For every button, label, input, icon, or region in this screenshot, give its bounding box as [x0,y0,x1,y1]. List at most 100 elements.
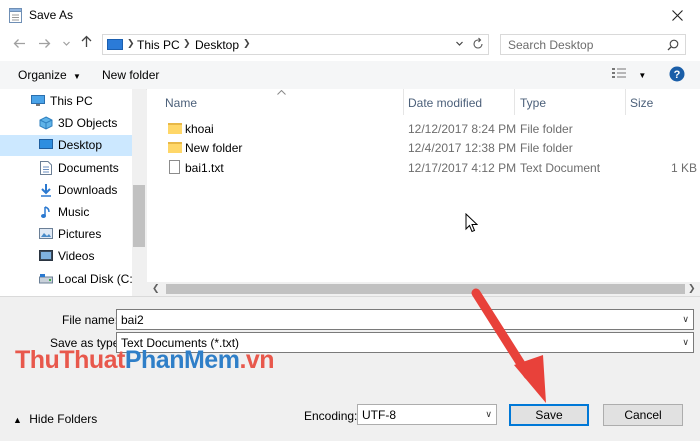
nav-item-this-pc[interactable]: This PC [0,91,132,112]
back-button[interactable] [13,36,26,52]
arrow-left-icon [13,39,25,48]
hide-folders-label: Hide Folders [29,412,98,426]
forward-button[interactable] [38,36,51,52]
folder-icon [168,123,182,134]
watermark-part: ThuThuat [15,346,125,374]
file-name: bai1.txt [185,161,224,175]
arrow-up-icon [81,35,92,47]
nav-item-documents[interactable]: Documents [0,158,132,179]
nav-item-local-disk[interactable]: Local Disk (C:) [0,269,137,290]
window-title: Save As [29,8,74,22]
organize-label: Organize [18,68,67,82]
nav-item-3d-objects[interactable]: 3D Objects [0,113,132,134]
file-name: khoai [185,122,214,136]
folder-icon [168,142,182,153]
column-divider[interactable] [403,89,404,115]
column-header-size[interactable]: Size [630,96,653,110]
video-icon [39,250,53,261]
nav-item-label: Downloads [58,183,118,197]
organize-button[interactable]: Organize ▼ [18,68,81,82]
mouse-cursor-icon [465,213,478,233]
nav-scrollbar-thumb[interactable] [133,185,145,247]
nav-item-downloads[interactable]: Downloads [0,180,132,201]
file-date: 12/17/2017 4:12 PM [408,161,517,175]
column-divider[interactable] [514,89,515,115]
encoding-value: UTF-8 [362,408,396,422]
address-bar[interactable]: ❯ This PC ❯ Desktop ❯ [102,34,489,55]
file-row[interactable]: New folder 12/4/2017 12:38 PM File folde… [147,138,700,158]
close-button[interactable] [654,0,700,31]
hide-folders-button[interactable]: ▲ Hide Folders [13,412,97,426]
file-name-field[interactable]: bai2 ∨ [116,309,694,330]
watermark-part: PhanMem [124,346,240,374]
file-row[interactable]: bai1.txt 12/17/2017 4:12 PM Text Documen… [147,158,700,178]
nav-item-label: This PC [50,94,93,108]
caret-down-icon: ▼ [73,72,81,81]
nav-item-music[interactable]: Music [0,202,132,223]
nav-item-label: Videos [58,249,95,263]
file-date: 12/12/2017 8:24 PM [408,122,517,136]
nav-item-label: Pictures [58,227,102,241]
annotation-arrow [471,288,546,403]
view-options-button[interactable]: ▼ [611,67,646,83]
chevron-down-icon[interactable]: ∨ [485,409,492,420]
column-header-date[interactable]: Date modified [408,96,482,110]
close-icon [671,10,683,21]
chevron-down-icon[interactable]: ∨ [682,337,689,348]
file-name: New folder [185,141,243,155]
watermark-part: .vn [239,346,275,374]
file-type: File folder [520,122,573,136]
refresh-icon [473,37,483,49]
nav-item-label: Music [58,205,90,219]
search-icon [667,39,679,51]
scroll-left-icon[interactable]: ❮ [152,283,160,294]
column-header-type[interactable]: Type [520,96,546,110]
file-name-label: File name: [62,313,119,327]
nav-item-videos[interactable]: Videos [0,246,132,267]
new-folder-button[interactable]: New folder [102,68,159,82]
title-bar: Save As [0,0,700,31]
svg-text:?: ? [674,69,681,81]
nav-item-label: Desktop [58,138,103,152]
chevron-down-icon [63,41,70,46]
drive-icon [39,274,53,284]
cancel-button[interactable]: Cancel [603,404,683,426]
horizontal-scrollbar-thumb[interactable] [166,284,685,294]
download-icon [41,184,51,197]
nav-item-desktop[interactable]: Desktop [0,135,132,156]
column-header-name[interactable]: Name [165,96,197,110]
search-box[interactable]: Search Desktop [500,34,686,55]
up-button[interactable] [80,35,93,51]
command-bar: Organize ▼ New folder ▼ ? [0,61,700,90]
nav-item-pictures[interactable]: Pictures [0,224,132,245]
file-row[interactable]: khoai 12/12/2017 8:24 PM File folder [147,119,700,139]
column-divider[interactable] [625,89,626,115]
scroll-right-icon[interactable]: ❯ [688,283,696,294]
refresh-button[interactable] [472,37,484,54]
file-name-input[interactable]: bai2 [121,313,144,327]
breadcrumb-desktop[interactable]: Desktop [195,38,239,52]
picture-icon [39,228,53,239]
address-dropdown-button[interactable] [455,37,464,54]
breadcrumb-this-pc[interactable]: This PC [137,38,180,52]
help-button[interactable]: ? [669,66,685,85]
recent-locations-button[interactable] [62,36,71,52]
file-type: File folder [520,141,573,155]
notepad-icon [9,8,22,23]
watermark: ThuThuatPhanMem.vn [15,346,275,375]
file-type: Text Document [520,161,601,175]
computer-icon [31,95,45,106]
computer-icon [107,39,123,50]
arrow-right-icon [39,39,51,48]
chevron-down-icon[interactable]: ∨ [682,314,689,325]
nav-item-label: 3D Objects [58,116,118,130]
encoding-label: Encoding: [304,409,358,423]
chevron-right-icon: ❯ [243,38,251,48]
chevron-right-icon: ❯ [127,38,135,48]
desktop-icon [39,139,53,149]
caret-down-icon: ▼ [638,71,647,80]
navigation-pane: This PC 3D Objects Desktop Documents Dow… [0,89,146,296]
chevron-right-icon: ❯ [183,38,191,48]
search-input[interactable]: Search Desktop [508,38,593,52]
nav-item-label: Documents [58,161,119,175]
